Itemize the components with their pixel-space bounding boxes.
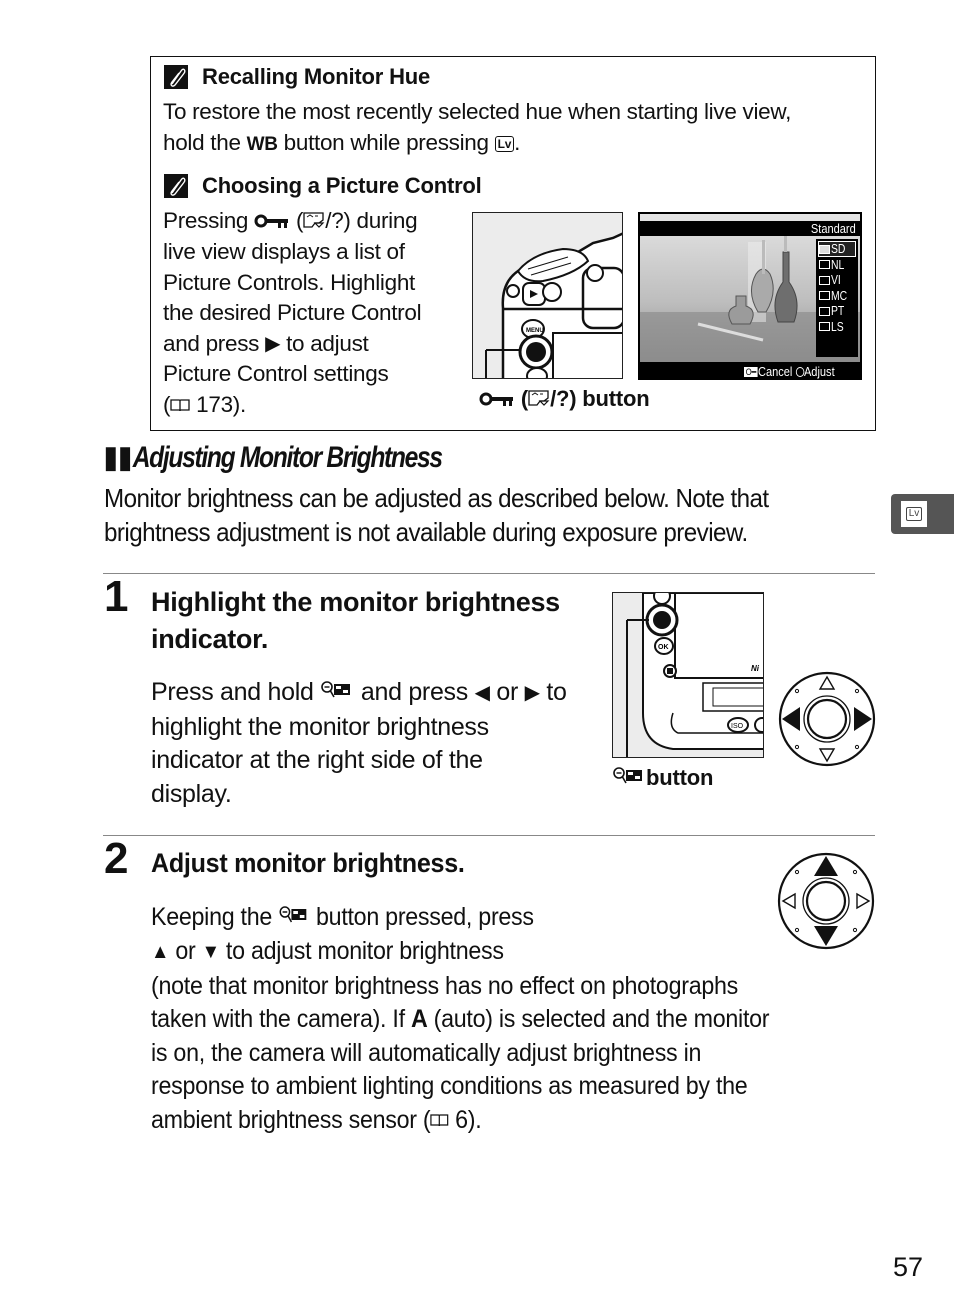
note-text-picture-control: Pressing (/?) during live view displays … bbox=[163, 206, 422, 421]
note-line: the desired Picture Control bbox=[163, 300, 422, 326]
step-title: Highlight the monitor brightness indicat… bbox=[151, 587, 560, 654]
note-title-picture-control: Choosing a Picture Control bbox=[202, 173, 482, 198]
picture-control-icon bbox=[819, 275, 830, 285]
live-view-chapter-tab[interactable]: Lv bbox=[891, 494, 954, 534]
step-text: Keeping the button pressed, press ▲ or ▼… bbox=[151, 901, 770, 1138]
step-text: Press and hold and press ◀ or ▶ to highl… bbox=[151, 677, 567, 808]
picture-control-icon bbox=[528, 387, 550, 413]
picture-control-item: NL bbox=[819, 257, 855, 272]
section-heading: ▮▮Adjusting Monitor Brightness bbox=[104, 441, 443, 474]
section-intro: Monitor brightness can be adjusted as de… bbox=[104, 483, 769, 547]
up-arrow-icon: ▲ bbox=[151, 941, 170, 964]
key-protect-icon bbox=[479, 387, 515, 413]
right-arrow-icon: ▶ bbox=[524, 682, 540, 704]
zoom-out-thumbnail-icon bbox=[320, 677, 354, 711]
lcd-cancel-label: Cancel bbox=[757, 364, 793, 379]
step-divider bbox=[103, 835, 875, 836]
multi-selector-icon bbox=[795, 367, 804, 377]
note-line: Picture Controls. Highlight bbox=[163, 269, 416, 295]
picture-control-item: MC bbox=[819, 288, 855, 303]
camera-back-illustration: MENU bbox=[472, 212, 623, 379]
picture-control-icon bbox=[819, 244, 830, 254]
live-view-icon: Lv bbox=[905, 507, 923, 521]
auto-setting-label: A bbox=[410, 1005, 428, 1034]
picture-control-icon bbox=[819, 306, 830, 316]
note-line: Picture Control settings bbox=[163, 361, 389, 387]
picture-control-item: VI bbox=[819, 273, 855, 287]
note-line: To restore the most recently selected hu… bbox=[163, 99, 792, 124]
picture-control-icon bbox=[819, 260, 830, 269]
camera-back-illustration: OK Ni ISO bbox=[612, 592, 764, 758]
wb-button-label: WB bbox=[246, 133, 278, 155]
note-line: Pressing (/?) during bbox=[163, 206, 421, 237]
picture-control-item: PT bbox=[819, 304, 855, 318]
down-arrow-icon: ▼ bbox=[201, 941, 220, 964]
lcd-adjust-label: Adjust bbox=[803, 364, 835, 379]
lcd-footer: O━ Cancel Adjust bbox=[744, 363, 835, 380]
note-line: ( 173). bbox=[163, 390, 421, 421]
right-arrow-icon: ▶ bbox=[265, 332, 281, 355]
brand-label: Ni bbox=[751, 664, 760, 673]
picture-control-icon bbox=[819, 322, 830, 331]
key-protect-icon: O━ bbox=[744, 367, 758, 377]
picture-control-icon bbox=[819, 291, 830, 300]
step-title: Adjust monitor brightness. bbox=[151, 848, 465, 878]
step-divider bbox=[103, 573, 875, 574]
zoom-out-thumbnail-icon bbox=[612, 765, 646, 793]
iso-button-label: ISO bbox=[731, 723, 744, 730]
left-arrow-icon: ◀ bbox=[474, 682, 490, 704]
key-protect-icon bbox=[254, 207, 290, 238]
book-reference-icon bbox=[170, 391, 190, 422]
picture-control-list: SD NL VI MC PT LS bbox=[816, 239, 858, 357]
pencil-note-icon bbox=[164, 65, 188, 89]
picture-control-item: SD bbox=[818, 241, 856, 257]
pencil-note-icon bbox=[164, 174, 188, 198]
note-line: hold the WB button while pressing Lv. bbox=[163, 129, 521, 155]
page-number: 57 bbox=[893, 1252, 924, 1282]
step-number: 1 bbox=[104, 572, 129, 621]
picture-control-lcd-screen: Standard SD NL VI MC PT LS O━ Cancel Adjust bbox=[638, 212, 862, 380]
section-marker-icon: ▮▮ bbox=[104, 441, 133, 474]
ok-button-label: OK bbox=[658, 644, 669, 651]
step-number: 2 bbox=[104, 834, 129, 883]
note-title-recalling-hue: Recalling Monitor Hue bbox=[202, 64, 431, 89]
zoom-out-button-caption: button bbox=[612, 765, 713, 793]
book-reference-icon bbox=[430, 1104, 449, 1138]
lcd-header-label: Standard bbox=[811, 221, 856, 236]
note-line: and press ▶ to adjust bbox=[163, 329, 421, 360]
multi-selector-left-right-icon bbox=[778, 671, 876, 772]
live-view-button-icon: Lv bbox=[494, 135, 515, 152]
picture-control-icon bbox=[303, 207, 325, 238]
key-button-caption: (/?) button bbox=[479, 386, 650, 413]
note-text-recalling-hue: To restore the most recently selected hu… bbox=[163, 97, 791, 160]
svg-text:MENU: MENU bbox=[526, 328, 544, 334]
picture-control-item: LS bbox=[819, 319, 855, 334]
note-line: live view displays a list of bbox=[163, 239, 405, 265]
zoom-out-thumbnail-icon bbox=[278, 902, 310, 936]
multi-selector-up-down-icon bbox=[777, 852, 875, 955]
